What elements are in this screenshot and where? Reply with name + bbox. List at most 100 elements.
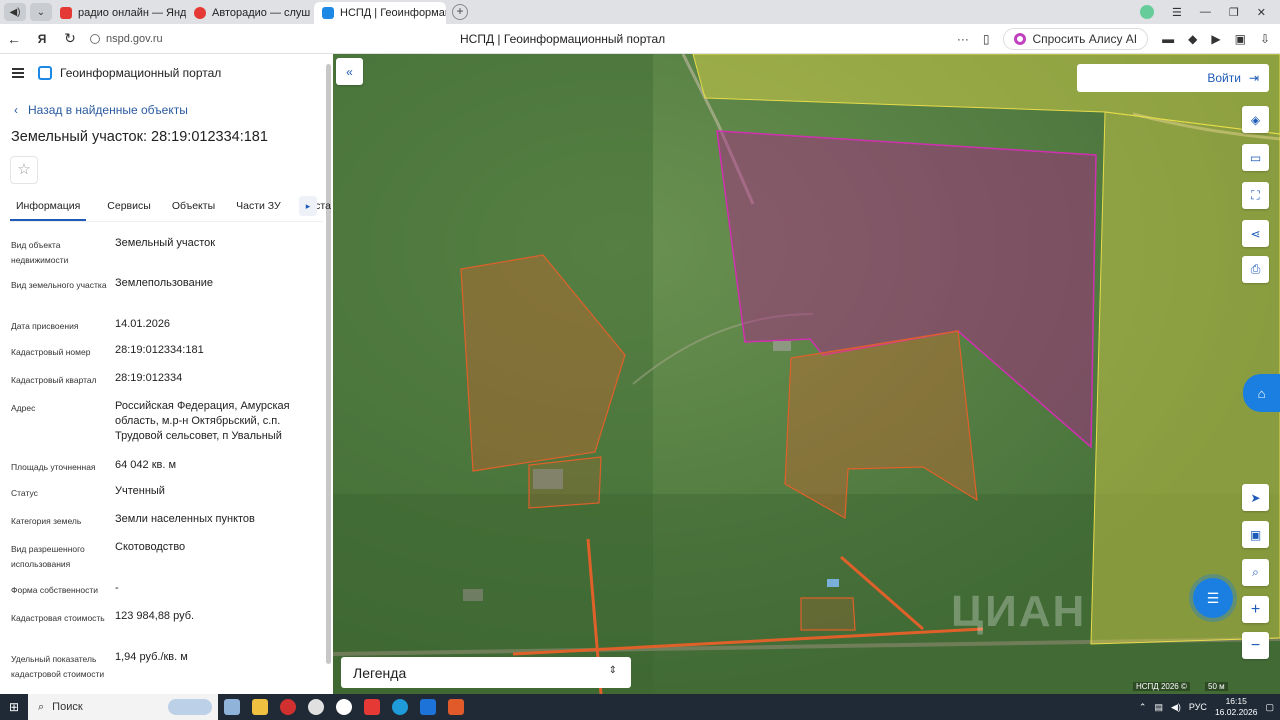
app-icon[interactable]	[274, 694, 302, 720]
reload-icon[interactable]: ↻	[56, 30, 84, 47]
ruler-button[interactable]: ▭	[1242, 144, 1269, 171]
support-tab[interactable]: ⌂	[1243, 374, 1280, 412]
collapse-panel-button[interactable]: «	[336, 58, 363, 85]
login-icon: ⇥	[1248, 71, 1259, 85]
new-tab-button[interactable]: +	[452, 4, 468, 20]
app-icon[interactable]	[442, 694, 470, 720]
print-button[interactable]: ⎙	[1242, 256, 1269, 283]
back-link[interactable]: ‹ Назад в найденные объекты	[14, 103, 188, 117]
browser-tab[interactable]: Авторадио — слуш ◀ ✕	[186, 2, 314, 24]
minimap-button[interactable]: ▣	[1242, 521, 1269, 548]
extension-icon[interactable]: ▬	[1162, 32, 1174, 46]
tab-services[interactable]: Сервисы	[107, 196, 151, 221]
app-icon[interactable]	[414, 694, 442, 720]
geolocation-button[interactable]: ➤	[1242, 484, 1269, 511]
alice-button[interactable]: Спросить Алису AI	[1003, 28, 1149, 50]
legend-label: Легенда	[353, 664, 407, 681]
tab-label: НСПД | Геоинформац	[340, 7, 446, 19]
back-arrow-icon[interactable]: ←	[0, 31, 28, 47]
login-label: Войти	[1207, 71, 1241, 85]
legend-select[interactable]: Легенда ⇕	[341, 657, 631, 688]
tab-label: радио онлайн — Яндекс:	[78, 7, 186, 19]
zoom-out-button[interactable]: −	[1242, 632, 1269, 659]
minimize-icon[interactable]: —	[1200, 6, 1211, 18]
info-value: Учтенный	[115, 485, 165, 497]
date: 16.02.2026	[1214, 707, 1258, 717]
select-area-button[interactable]: ⛶	[1242, 182, 1269, 209]
tab-label: Авторадио — слуш	[212, 7, 311, 19]
search-label: Поиск	[52, 701, 83, 713]
sound-icon[interactable]: ◀)	[4, 3, 26, 21]
edge-icon[interactable]	[386, 694, 414, 720]
extension-icon[interactable]: ▣	[1235, 32, 1246, 46]
yandex-y-icon[interactable]: Я	[28, 32, 56, 46]
chat-button[interactable]: ☰	[1193, 578, 1233, 618]
panel-scrollbar[interactable]	[326, 64, 331, 664]
extension-icon[interactable]: ◆	[1188, 32, 1197, 46]
favorite-star-icon[interactable]: ☆	[10, 156, 38, 184]
info-tabs: Информация Сервисы Объекты Части ЗУ Сост…	[10, 196, 331, 222]
tab-info[interactable]: Информация	[10, 196, 87, 221]
portal-logo-icon	[38, 66, 52, 80]
language-indicator[interactable]: РУС	[1189, 702, 1207, 712]
info-value: 28:19:012334:181	[115, 344, 204, 356]
search-location-button[interactable]: ⌕	[1242, 559, 1269, 586]
chevron-left-icon: ‹	[14, 103, 18, 117]
portal-header: Геоинформационный портал	[12, 66, 221, 80]
tray-chevron-icon[interactable]: ⌃	[1139, 702, 1147, 713]
media-icon[interactable]: ▶	[1211, 32, 1220, 46]
info-key: Площадь уточненная	[11, 462, 96, 472]
info-key: Адрес	[11, 403, 36, 413]
bookmark-icon[interactable]: ▯	[983, 32, 990, 46]
browser-tab-bar: ◀) ⌄ радио онлайн — Яндекс: Авторадио — …	[0, 0, 1280, 24]
login-button[interactable]: Войти ⇥	[1077, 64, 1269, 92]
info-key: Кадастровый квартал	[11, 375, 97, 385]
info-key: Кадастровый номер	[11, 347, 91, 357]
url-field[interactable]: nspd.gov.ru	[90, 33, 163, 45]
map-scale: 50 м	[1205, 682, 1228, 691]
taskbar-search[interactable]: ⌕ Поиск	[28, 694, 218, 720]
info-value: 123 984,88 руб.	[115, 610, 195, 622]
chevron-down-icon[interactable]: ⌄	[30, 3, 52, 21]
browser-tab[interactable]: радио онлайн — Яндекс:	[52, 2, 186, 24]
url-text: nspd.gov.ru	[106, 32, 163, 45]
share-button[interactable]: ⋖	[1242, 220, 1269, 247]
browser-tab-active[interactable]: НСПД | Геоинформац ✕	[314, 2, 446, 24]
info-key: Дата присвоения	[11, 321, 79, 331]
menu-icon[interactable]: ☰	[1172, 6, 1182, 19]
download-icon[interactable]: ⇩	[1260, 32, 1270, 46]
layers-button[interactable]: ◈	[1242, 106, 1269, 133]
info-value: 1,94 руб./кв. м	[115, 651, 188, 663]
parcel-other	[800, 597, 856, 631]
nspd-icon	[322, 7, 334, 19]
chevron-right-icon[interactable]: ▸	[299, 196, 317, 216]
tab-parts[interactable]: Части ЗУ	[236, 196, 281, 221]
app-icon[interactable]	[302, 694, 330, 720]
info-value: Скотоводство	[115, 541, 186, 553]
play-icon	[194, 7, 206, 19]
explorer-icon[interactable]	[246, 694, 274, 720]
network-icon[interactable]: ▤	[1154, 702, 1163, 713]
windows-start-icon[interactable]: ⊞	[0, 694, 28, 720]
clock[interactable]: 16:15 16.02.2026	[1215, 696, 1258, 718]
notification-icon[interactable]: ▢	[1265, 702, 1274, 713]
more-icon[interactable]: ···	[957, 32, 969, 46]
chevron-updown-icon: ⇕	[608, 665, 617, 676]
zoom-in-button[interactable]: +	[1242, 596, 1269, 623]
alice-label: Спросить Алису AI	[1032, 32, 1138, 46]
map-view[interactable]: « Войти ⇥ ◈ ▭ ⛶ ⋖ ⎙ ⌂ ➤ ▣ ⌕ + − ☰ ЦИАН Л…	[333, 54, 1280, 694]
volume-icon[interactable]: ◀)	[1171, 702, 1181, 713]
tab-objects[interactable]: Объекты	[172, 196, 215, 221]
maximize-icon[interactable]: ❐	[1229, 6, 1239, 19]
yandex-browser-icon[interactable]	[330, 694, 358, 720]
close-window-icon[interactable]: ✕	[1257, 6, 1266, 19]
yandex-icon[interactable]	[358, 694, 386, 720]
task-view-icon[interactable]	[218, 694, 246, 720]
profile-icon[interactable]	[1140, 5, 1155, 19]
info-key: Категория земель	[11, 516, 82, 526]
info-value: Землепользование	[115, 277, 214, 289]
menu-icon[interactable]	[12, 68, 24, 78]
info-key: Удельный показатель кадастровой стоимост…	[11, 654, 105, 679]
info-key: Вид разрешенного использования	[11, 544, 85, 569]
yandex-icon	[60, 7, 72, 19]
